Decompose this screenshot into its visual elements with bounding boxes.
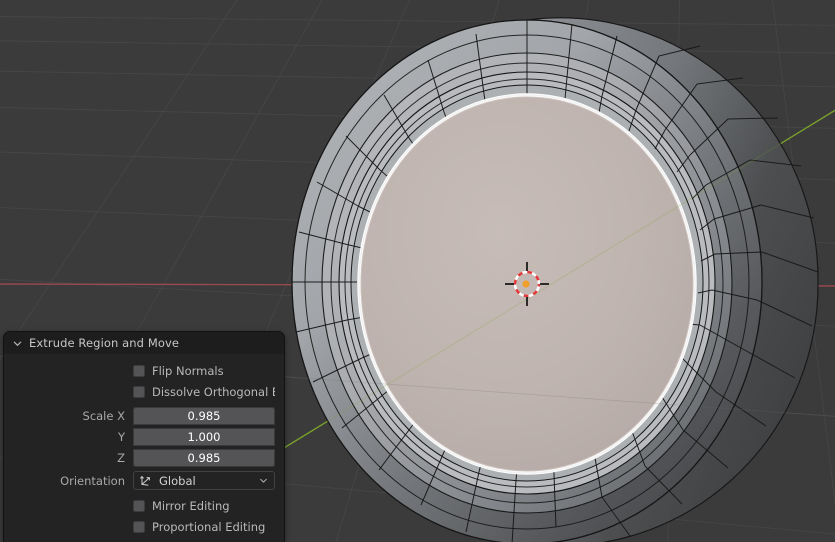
chevron-down-icon[interactable] <box>12 338 23 349</box>
flip-normals-checkbox[interactable] <box>133 364 145 377</box>
proportional-editing-label: Proportional Editing <box>152 519 266 534</box>
mesh-object <box>291 17 819 542</box>
blender-window: Extrude Region and Move Flip Normals Dis… <box>0 0 835 542</box>
scale-x-label: Scale X <box>82 408 125 423</box>
scale-y-label: Y <box>117 429 125 444</box>
operator-panel-header[interactable]: Extrude Region and Move <box>4 332 284 354</box>
flip-normals-label: Flip Normals <box>152 363 224 378</box>
orientation-dropdown[interactable]: Global <box>133 471 275 490</box>
dissolve-orthogonal-edges-checkbox[interactable] <box>133 385 145 398</box>
operator-panel-body: Flip Normals Dissolve Orthogonal E... Sc… <box>4 354 284 542</box>
mirror-editing-checkbox[interactable] <box>133 499 145 512</box>
scale-z-label: Z <box>117 450 125 465</box>
proportional-editing-checkbox[interactable] <box>133 520 145 533</box>
orientation-label: Orientation <box>60 473 125 488</box>
orientation-value: Global <box>159 473 196 488</box>
scale-y-row: Y 1.000 <box>13 427 275 446</box>
object-origin-dot <box>522 280 530 288</box>
mirror-editing-label: Mirror Editing <box>152 498 230 513</box>
checkbox-row-flip-normals[interactable]: Flip Normals <box>13 360 275 381</box>
orientation-row: Orientation Global <box>13 471 275 490</box>
scale-y-field[interactable]: 1.000 <box>133 427 275 446</box>
scale-z-row: Z 0.985 <box>13 448 275 467</box>
adjust-last-operation-panel[interactable]: Extrude Region and Move Flip Normals Dis… <box>4 332 284 542</box>
scale-z-field[interactable]: 0.985 <box>133 448 275 467</box>
chevron-down-icon[interactable] <box>259 476 268 485</box>
orientation-axes-icon <box>140 475 150 486</box>
operator-panel-title: Extrude Region and Move <box>29 336 180 350</box>
checkbox-row-dissolve-orthogonal-edges[interactable]: Dissolve Orthogonal E... <box>13 381 275 402</box>
scale-x-row: Scale X 0.985 <box>13 406 275 425</box>
dissolve-orthogonal-edges-label: Dissolve Orthogonal E... <box>152 384 275 399</box>
scale-x-field[interactable]: 0.985 <box>133 406 275 425</box>
checkbox-row-proportional-editing[interactable]: Proportional Editing <box>13 516 275 537</box>
checkbox-row-mirror-editing[interactable]: Mirror Editing <box>13 495 275 516</box>
